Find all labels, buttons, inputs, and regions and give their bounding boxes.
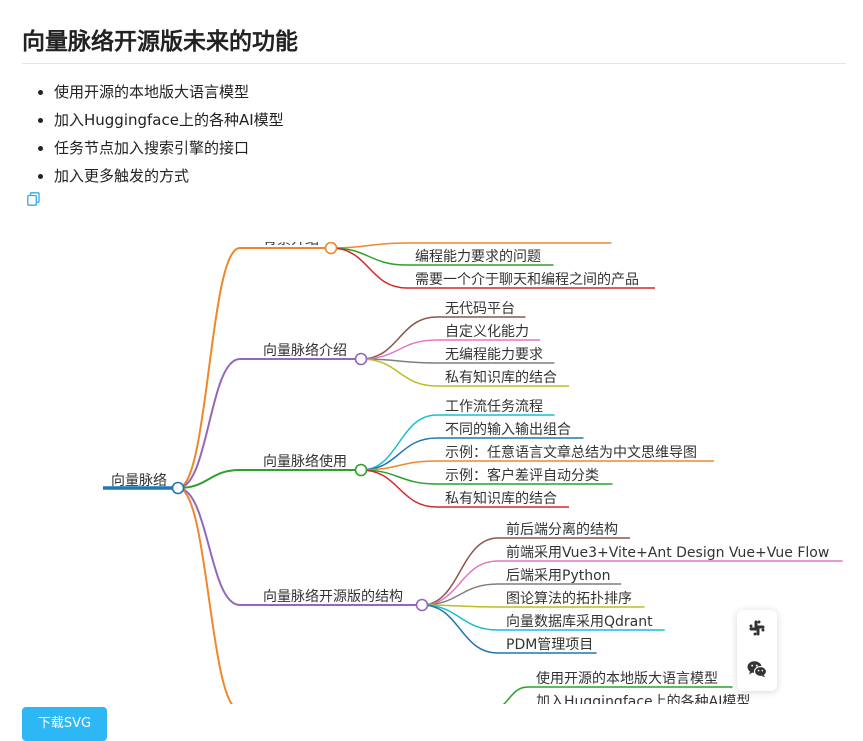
download-svg-button[interactable]: 下载SVG (22, 707, 107, 741)
mindmap[interactable]: 向量脉络 背景介绍 基于大语言模型的新应用形式编程能力要求的问题需要一个介于聊天和编… (0, 242, 863, 704)
mindmap-leaf: 自定义化能力 (445, 324, 529, 340)
feature-item: 使用开源的本地版大语言模型 (54, 78, 284, 106)
mindmap-leaf: 加入Huggingface上的各种AI模型 (536, 694, 750, 704)
mindmap-branch: 向量脉络开源版的结构 (263, 589, 403, 605)
title-divider (22, 63, 846, 64)
mindmap-leaf: PDM管理项目 (506, 637, 593, 653)
mindmap-root: 向量脉络 (111, 473, 167, 489)
feature-list: 使用开源的本地版大语言模型 加入Huggingface上的各种AI模型 任务节点… (22, 78, 284, 190)
mindmap-leaf: 后端采用Python (506, 568, 611, 584)
mindmap-leaf: 向量数据库采用Qdrant (506, 614, 653, 630)
copy-icon[interactable] (27, 191, 40, 206)
floating-action-panel (737, 610, 777, 691)
slack-button[interactable] (737, 610, 777, 650)
mindmap-leaf: 工作流任务流程 (445, 399, 543, 415)
mindmap-leaf: 使用开源的本地版大语言模型 (536, 670, 718, 687)
wechat-icon (747, 660, 768, 682)
mindmap-leaf: 不同的输入输出组合 (445, 422, 571, 438)
mindmap-leaf: 示例：任意语言文章总结为中文思维导图 (445, 444, 697, 461)
mindmap-branch: 背景介绍 (263, 242, 319, 248)
feature-item: 加入更多触发的方式 (54, 162, 284, 190)
mindmap-leaf: 示例：客户差评自动分类 (445, 467, 599, 484)
mindmap-fold-toggle[interactable] (171, 481, 185, 495)
mindmap-leaf: 私有知识库的结合 (445, 490, 557, 507)
feature-item: 任务节点加入搜索引擎的接口 (54, 134, 284, 162)
mindmap-fold-toggle[interactable] (354, 352, 368, 366)
feature-item: 加入Huggingface上的各种AI模型 (54, 106, 284, 134)
mindmap-leaf: 前端采用Vue3+Vite+Ant Design Vue+Vue Flow (506, 544, 829, 561)
mindmap-leaf: 无代码平台 (445, 301, 515, 317)
mindmap-leaf: 私有知识库的结合 (445, 369, 557, 386)
mindmap-leaf: 需要一个介于聊天和编程之间的产品 (415, 272, 639, 288)
mindmap-fold-toggle[interactable] (415, 598, 429, 612)
mindmap-leaf: 前后端分离的结构 (506, 521, 618, 538)
page-title: 向量脉络开源版未来的功能 (22, 29, 298, 55)
mindmap-branch: 向量脉络介绍 (263, 343, 347, 359)
mindmap-fold-toggle[interactable] (354, 463, 368, 477)
wechat-button[interactable] (737, 651, 777, 691)
mindmap-leaf: 编程能力要求的问题 (415, 249, 541, 265)
mindmap-leaf: 基于大语言模型的新应用形式 (415, 242, 597, 243)
mindmap-leaf: 无编程能力要求 (445, 347, 543, 363)
mindmap-fold-toggle[interactable] (324, 242, 338, 255)
mindmap-leaf: 图论算法的拓扑排序 (506, 591, 632, 607)
slack-icon (748, 619, 766, 641)
mindmap-branch: 向量脉络使用 (263, 453, 347, 470)
